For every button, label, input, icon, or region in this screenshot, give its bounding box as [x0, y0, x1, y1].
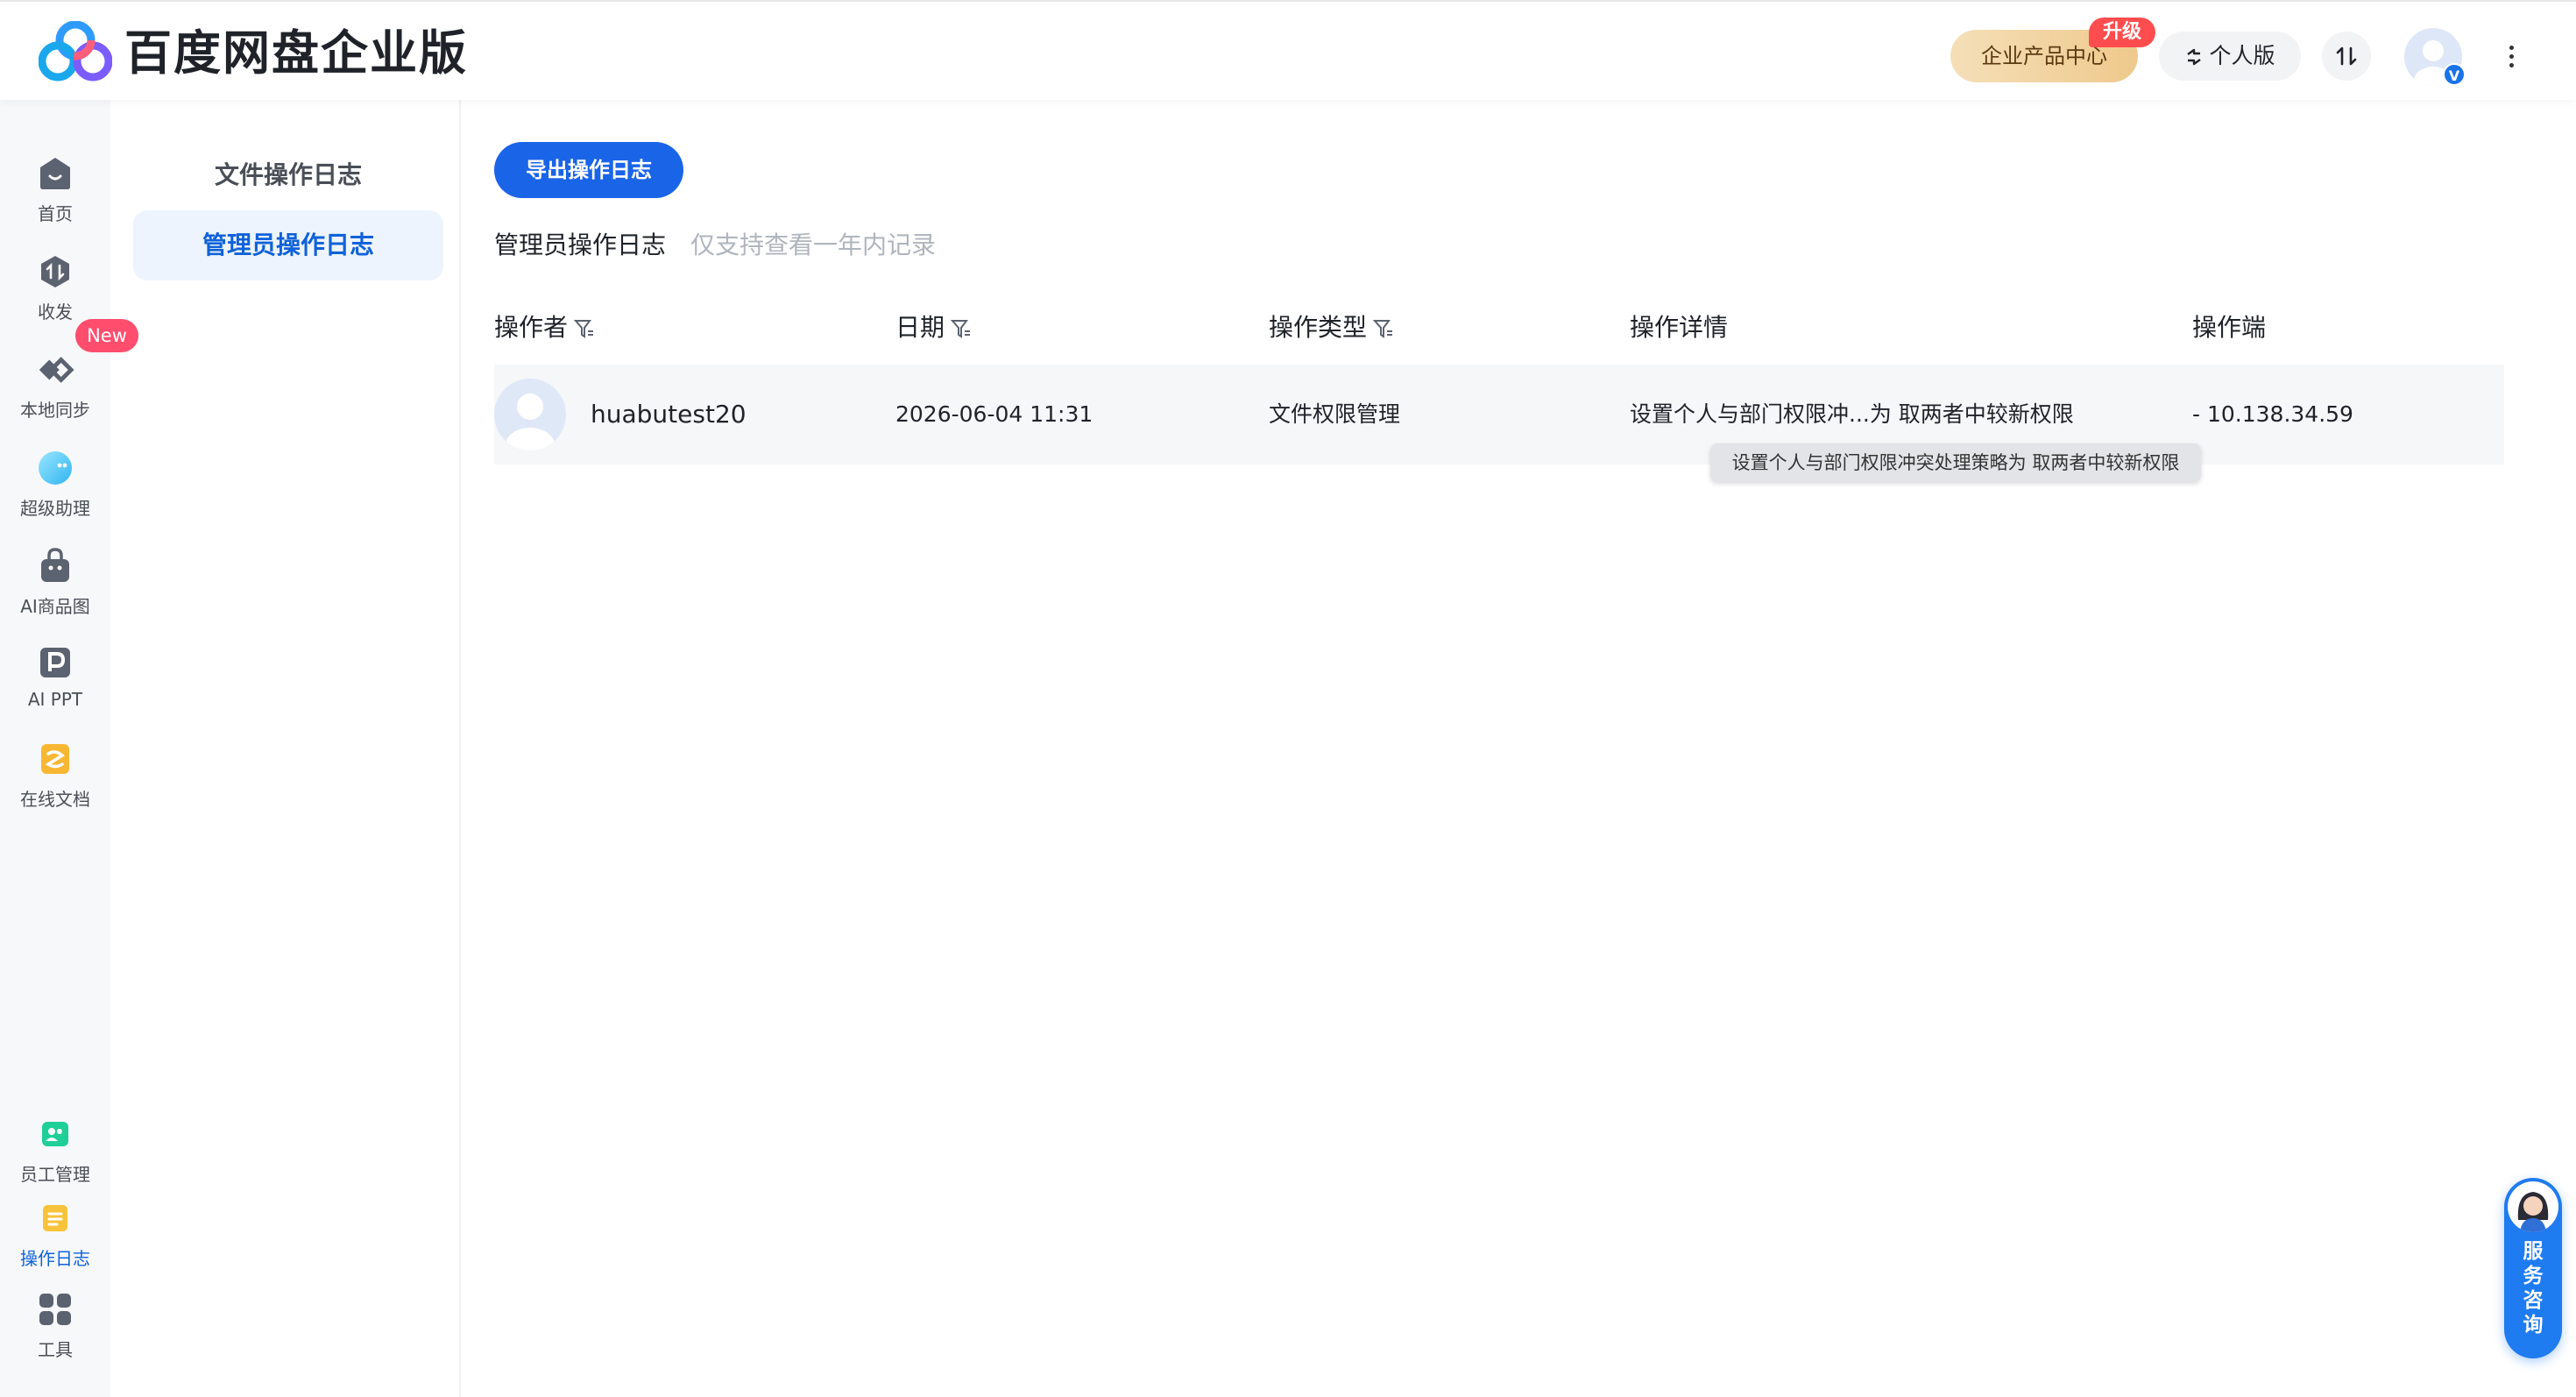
nav-item-operation-log[interactable]: 操作日志 [0, 1199, 110, 1287]
assistant-icon [36, 449, 74, 487]
switch-icon [2187, 48, 2202, 66]
nav-item-tools[interactable]: 工具 [0, 1290, 110, 1378]
nav-item-local-sync[interactable]: 本地同步 [0, 351, 110, 438]
nav-item-staff-management[interactable]: 员工管理 [0, 1115, 110, 1202]
nav-label: 超级助理 [20, 498, 90, 519]
shopping-bag-icon [36, 547, 74, 585]
column-header-label: 操作类型 [1269, 313, 1368, 342]
nav-label: 工具 [38, 1339, 73, 1360]
nav-label: 在线文档 [20, 789, 90, 810]
operation-date: 2026-06-04 11:31 [895, 401, 1093, 427]
personal-edition-label: 个人版 [2209, 43, 2275, 68]
personal-edition-button[interactable]: 个人版 [2159, 32, 2301, 81]
log-icon [36, 1199, 74, 1237]
baidu-netdisk-logo-icon[interactable] [38, 20, 113, 82]
filter-icon[interactable] [1372, 317, 1395, 340]
nav-item-ai-ppt[interactable]: AI PPT [0, 643, 110, 731]
main-content: 导出操作日志 管理员操作日志 仅支持查看一年内记录 操作者 日期 操作类型 操作… [461, 100, 2576, 1397]
home-icon [36, 154, 74, 193]
nav-label: 员工管理 [20, 1164, 90, 1185]
service-consult-button[interactable]: 服 务 咨 询 [2504, 1178, 2562, 1358]
ppt-icon [36, 643, 74, 682]
left-navigation: 首页 收发 本地同步 超级助理 AI商品图 AI PPT 在线文档 员工管理 操… [0, 100, 110, 1397]
nav-item-online-docs[interactable]: 在线文档 [0, 740, 110, 827]
top-header: 百度网盘企业版 企业产品中心 升级 个人版 V [0, 0, 2576, 100]
operation-endpoint: - 10.138.34.59 [2192, 401, 2353, 427]
more-menu-icon[interactable] [2499, 32, 2523, 81]
service-consult-label: 服 务 咨 询 [2523, 1240, 2544, 1337]
column-header-label: 日期 [895, 313, 945, 342]
nav-item-home[interactable]: 首页 [0, 154, 110, 242]
operator-avatar [494, 379, 566, 450]
log-submenu: 文件操作日志 管理员操作日志 [110, 100, 461, 1397]
transfer-list-button[interactable] [2322, 32, 2371, 81]
nav-label: AI PPT [27, 689, 83, 710]
transfer-icon [36, 252, 74, 291]
section-title: 管理员操作日志 [494, 230, 667, 259]
column-header-operator: 操作者 [494, 310, 596, 345]
nav-item-ai-product-image[interactable]: AI商品图 [0, 547, 110, 635]
filter-icon[interactable] [573, 317, 596, 340]
nav-item-super-assistant[interactable]: 超级助理 [0, 449, 110, 536]
document-icon [36, 740, 74, 778]
submenu-admin-operation-log[interactable]: 管理员操作日志 [133, 210, 443, 280]
nav-label: AI商品图 [20, 596, 90, 617]
section-hint: 仅支持查看一年内记录 [690, 230, 937, 259]
grid-icon [36, 1290, 74, 1329]
export-log-button[interactable]: 导出操作日志 [494, 142, 683, 198]
operation-type: 文件权限管理 [1269, 401, 1401, 427]
column-header-type: 操作类型 [1269, 310, 1395, 345]
sync-icon [36, 351, 74, 389]
vip-badge: V [2443, 63, 2466, 86]
filter-icon[interactable] [950, 317, 973, 340]
submenu-file-operation-log[interactable]: 文件操作日志 [133, 140, 443, 210]
staff-icon [36, 1115, 74, 1153]
brand-title: 百度网盘企业版 [124, 25, 468, 81]
table-row[interactable]: huabutest20 2026-06-04 11:31 文件权限管理 设置个人… [494, 365, 2504, 464]
column-header-date: 日期 [895, 310, 973, 345]
operator-name: huabutest20 [591, 400, 747, 429]
detail-tooltip: 设置个人与部门权限冲突处理策略为 取两者中较新权限 [1710, 443, 2201, 482]
nav-label: 操作日志 [20, 1248, 90, 1269]
column-header-endpoint: 操作端 [2192, 313, 2267, 342]
column-header-detail: 操作详情 [1630, 313, 1729, 342]
upgrade-badge[interactable]: 升级 [2089, 18, 2155, 47]
column-header-label: 操作者 [494, 313, 569, 342]
nav-label: 首页 [38, 203, 73, 224]
customer-service-avatar [2508, 1181, 2558, 1232]
new-badge: New [75, 319, 138, 352]
up-down-arrows-icon [2336, 46, 2357, 66]
nav-label: 本地同步 [20, 400, 90, 421]
